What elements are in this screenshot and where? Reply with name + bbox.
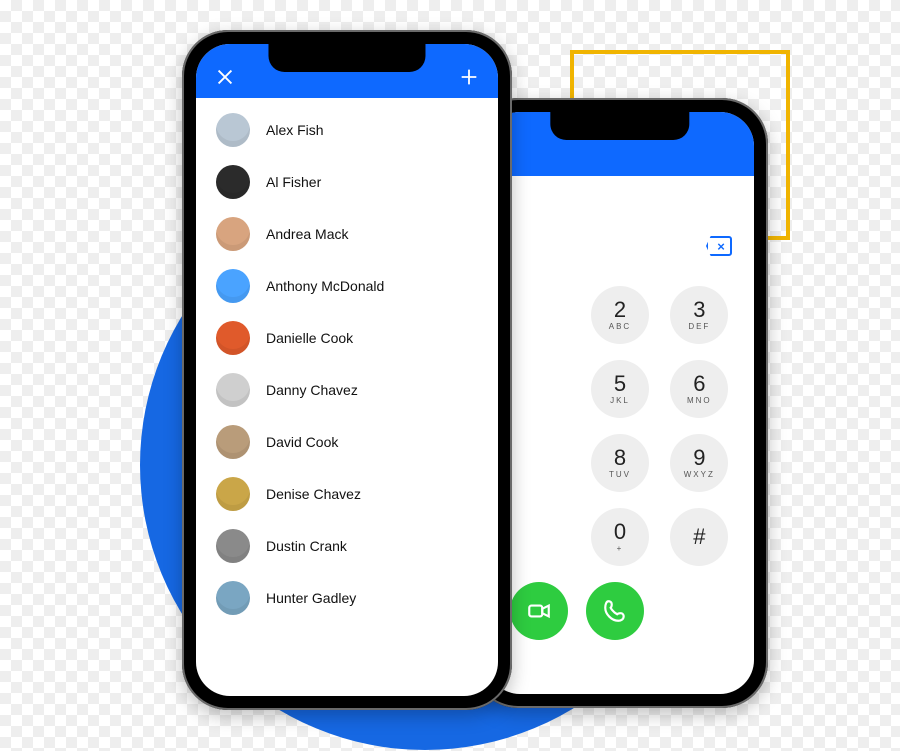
dialpad-digit: 6 <box>693 373 705 395</box>
dialpad-letters: MNO <box>687 397 712 405</box>
dialpad-letters: JKL <box>610 397 630 405</box>
contact-row[interactable]: Denise Chavez <box>196 468 498 520</box>
dialpad-digit: 5 <box>614 373 626 395</box>
phone-notch <box>550 112 689 140</box>
contact-name: Hunter Gadley <box>266 590 356 606</box>
contact-row[interactable]: Andrea Mack <box>196 208 498 260</box>
phone-contacts: Alex Fish Al Fisher Andrea Mack Anthony McD… <box>182 30 512 710</box>
dialpad-letters: TUV <box>609 471 631 479</box>
contact-row[interactable]: Al Fisher <box>196 156 498 208</box>
contact-name: Anthony McDonald <box>266 278 384 294</box>
avatar <box>216 477 250 511</box>
contact-row[interactable]: David Cook <box>196 416 498 468</box>
contact-name: Alex Fish <box>266 122 324 138</box>
avatar <box>216 581 250 615</box>
avatar <box>216 165 250 199</box>
avatar <box>216 269 250 303</box>
dialpad-digit: 0 <box>614 521 626 543</box>
contact-name: Dustin Crank <box>266 538 347 554</box>
backspace-icon: × <box>717 239 725 254</box>
dialpad-key-3[interactable]: 3 DEF <box>670 286 728 344</box>
contact-name: Danielle Cook <box>266 330 353 346</box>
phone-notch <box>268 44 425 72</box>
close-button[interactable] <box>214 66 236 88</box>
contact-row[interactable]: Danny Chavez <box>196 364 498 416</box>
dialpad-letters: DEF <box>688 323 710 331</box>
dialpad-key-8[interactable]: 8 TUV <box>591 434 649 492</box>
dialpad-digit: # <box>693 526 705 548</box>
dialpad-key-9[interactable]: 9 WXYZ <box>670 434 728 492</box>
dialpad-key-2[interactable]: 2 ABC <box>591 286 649 344</box>
dialpad-digit: 8 <box>614 447 626 469</box>
contact-name: Al Fisher <box>266 174 321 190</box>
dialpad-digit: 3 <box>693 299 705 321</box>
dialpad-letters: ABC <box>609 323 631 331</box>
dialpad-key-5[interactable]: 5 JKL <box>591 360 649 418</box>
contacts-list[interactable]: Alex Fish Al Fisher Andrea Mack Anthony McD… <box>196 98 498 630</box>
plus-icon <box>458 66 480 88</box>
dialpad-key-#[interactable]: # <box>670 508 728 566</box>
voice-call-button[interactable] <box>586 582 644 640</box>
dialpad-key-6[interactable]: 6 MNO <box>670 360 728 418</box>
avatar <box>216 373 250 407</box>
contact-name: Denise Chavez <box>266 486 361 502</box>
dialpad-letters: + <box>617 545 624 553</box>
contact-row[interactable]: Hunter Gadley <box>196 572 498 624</box>
dialpad-key-0[interactable]: 0+ <box>591 508 649 566</box>
avatar <box>216 425 250 459</box>
phone-icon <box>602 598 628 624</box>
contact-row[interactable]: Dustin Crank <box>196 520 498 572</box>
avatar <box>216 217 250 251</box>
close-icon <box>214 66 236 88</box>
contact-name: David Cook <box>266 434 338 450</box>
phone-dialer: × 2ABC3DEF5JKL6MNO8TUV9WXYZ0+# <box>472 98 768 708</box>
dialpad-digit: 9 <box>693 447 705 469</box>
dialpad-digit: 2 <box>614 299 626 321</box>
backspace-button[interactable]: × <box>706 236 732 256</box>
avatar <box>216 113 250 147</box>
contact-row[interactable]: Alex Fish <box>196 104 498 156</box>
video-icon <box>526 598 552 624</box>
avatar <box>216 321 250 355</box>
contact-name: Andrea Mack <box>266 226 348 242</box>
contact-row[interactable]: Danielle Cook <box>196 312 498 364</box>
dialpad-letters: WXYZ <box>684 471 715 479</box>
add-contact-button[interactable] <box>458 66 480 88</box>
contact-row[interactable]: Anthony McDonald <box>196 260 498 312</box>
contact-name: Danny Chavez <box>266 382 358 398</box>
video-call-button[interactable] <box>510 582 568 640</box>
avatar <box>216 529 250 563</box>
